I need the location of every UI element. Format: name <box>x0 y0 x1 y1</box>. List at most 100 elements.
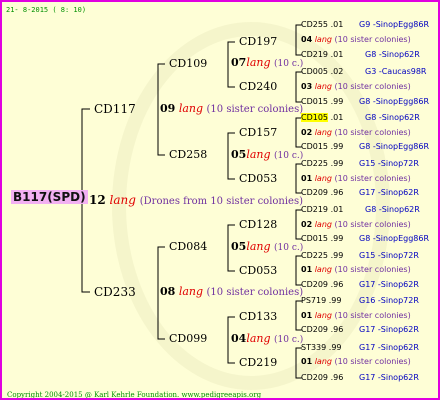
gen4-year: .96 <box>330 325 344 334</box>
root-queen-id[interactable]: B117(SPD) <box>11 190 88 204</box>
gen4-entry[interactable]: CD255 .01 G9 -SinopEgg86R <box>301 19 429 31</box>
gen3-year: 01 <box>301 357 313 366</box>
gen4-year: .99 <box>330 97 344 106</box>
gen4-id: CD005 <box>301 67 329 76</box>
root-note: (Drones from 10 sister colonies) <box>139 196 304 207</box>
gen2-lang: lang <box>246 240 271 253</box>
gen3-note: (10 sister colonies) <box>334 311 411 320</box>
gen1-year: 09 <box>160 102 176 115</box>
gen4-year: .99 <box>330 251 344 260</box>
gen2-drone-info: 04lang (10 c.) <box>231 333 303 346</box>
gen4-entry[interactable]: CD219 .01 G8 -Sinop62R <box>301 49 420 61</box>
gen3-note: (10 sister colonies) <box>334 220 411 229</box>
gen4-id: CD225 <box>301 251 329 260</box>
gen3-year: 02 <box>301 128 313 137</box>
gen3-note: (10 sister colonies) <box>334 128 411 137</box>
gen4-id: CD225 <box>301 159 329 168</box>
gen4-entry[interactable]: CD015 .99 G8 -SinopEgg86R <box>301 141 429 153</box>
gen3-note: (10 sister colonies) <box>334 265 411 274</box>
gen4-source: G8 -SinopEgg86R <box>359 142 430 151</box>
gen4-source: G8 -SinopEgg86R <box>359 97 430 106</box>
gen2-year: 07 <box>231 56 247 69</box>
gen4-source: G8 -Sinop62R <box>365 205 420 214</box>
gen2-lang: lang <box>246 332 271 345</box>
gen3-lang: lang <box>314 82 332 91</box>
gen3-year: 03 <box>301 82 313 91</box>
gen3-lang: lang <box>314 265 332 274</box>
gen2-drone-info: 07lang (10 c.) <box>231 57 303 70</box>
gen4-id: CD219 <box>301 205 329 214</box>
gen2-queen-id[interactable]: CD084 <box>169 241 207 253</box>
gen3-lang: lang <box>314 128 332 137</box>
gen4-entry[interactable]: CD015 .99 G8 -SinopEgg86R <box>301 233 429 245</box>
gen2-queen-id[interactable]: CD258 <box>169 149 207 161</box>
gen2-drone-info: 05lang (10 c.) <box>231 149 303 162</box>
gen3-queen-id[interactable]: CD053 <box>239 173 277 185</box>
gen2-queen-id[interactable]: CD099 <box>169 333 207 345</box>
gen4-source: G17 -Sinop62R <box>359 343 419 352</box>
pedigree-chart: 21- 8-2015 ( 8: 10) B117(SPD) 12 lang (D… <box>0 0 440 400</box>
gen4-source: G17 -Sinop62R <box>359 373 419 382</box>
gen3-note: (10 sister colonies) <box>334 35 411 44</box>
copyright-footer[interactable]: Copyright 2004-2015 @ Karl Kehrle Founda… <box>7 389 261 398</box>
gen3-drone-info: 01 lang (10 sister colonies) <box>301 173 411 185</box>
gen3-queen-id[interactable]: CD157 <box>239 127 277 139</box>
gen4-entry[interactable]: CD105 .01 G8 -Sinop62R <box>301 112 420 124</box>
gen4-entry[interactable]: PS719 .99 G16 -Sinop72R <box>301 295 419 307</box>
gen2-note: (10 c.) <box>274 151 304 161</box>
gen3-note: (10 sister colonies) <box>334 174 411 183</box>
gen4-entry[interactable]: ST339 .99 G17 -Sinop62R <box>301 342 419 354</box>
gen3-note: (10 sister colonies) <box>334 357 411 366</box>
gen3-lang: lang <box>314 174 332 183</box>
root-year: 12 <box>89 193 106 207</box>
gen1-year: 08 <box>160 285 176 298</box>
gen4-year: .99 <box>330 159 344 168</box>
gen3-drone-info: 02 lang (10 sister colonies) <box>301 219 411 231</box>
gen3-queen-id[interactable]: CD197 <box>239 36 277 48</box>
gen2-lang: lang <box>246 56 271 69</box>
gen4-entry[interactable]: CD219 .01 G8 -Sinop62R <box>301 204 420 216</box>
gen4-source: G15 -Sinop72R <box>359 159 419 168</box>
timestamp: 21- 8-2015 ( 8: 10) <box>6 6 87 14</box>
root-lang: lang <box>109 193 136 207</box>
gen4-id: CD015 <box>301 142 329 151</box>
gen4-year: .01 <box>330 20 344 29</box>
gen4-source: G8 -Sinop62R <box>365 113 420 122</box>
gen4-entry[interactable]: CD209 .96 G17 -Sinop62R <box>301 372 419 384</box>
gen2-queen-id[interactable]: CD109 <box>169 58 207 70</box>
gen4-year: .99 <box>328 343 342 352</box>
gen4-entry[interactable]: CD005 .02 G3 -Caucas98R <box>301 66 426 78</box>
gen4-id: CD209 <box>301 325 329 334</box>
gen3-queen-id[interactable]: CD053 <box>239 265 277 277</box>
gen4-year: .96 <box>330 188 344 197</box>
gen1-drone-info: 08 lang (10 sister colonies) <box>160 286 303 299</box>
gen2-drone-info: 05lang (10 c.) <box>231 241 303 254</box>
gen4-entry[interactable]: CD209 .96 G17 -Sinop62R <box>301 279 419 291</box>
gen3-queen-id[interactable]: CD128 <box>239 219 277 231</box>
gen4-id: CD015 <box>301 234 329 243</box>
gen4-entry[interactable]: CD225 .99 G15 -Sinop72R <box>301 250 419 262</box>
gen3-queen-id[interactable]: CD240 <box>239 81 277 93</box>
gen1-note: (10 sister colonies) <box>206 104 304 115</box>
gen2-lang: lang <box>246 148 271 161</box>
gen2-note: (10 c.) <box>274 335 304 345</box>
gen4-id: ST339 <box>301 343 327 352</box>
gen3-drone-info: 01 lang (10 sister colonies) <box>301 264 411 276</box>
gen4-source: G8 -SinopEgg86R <box>359 234 430 243</box>
gen4-entry[interactable]: CD225 .99 G15 -Sinop72R <box>301 158 419 170</box>
gen4-year: .99 <box>330 142 344 151</box>
gen4-year: .99 <box>328 296 342 305</box>
gen3-queen-id[interactable]: CD133 <box>239 311 277 323</box>
gen1-queen-id[interactable]: CD233 <box>94 286 136 298</box>
gen4-entry[interactable]: CD015 .99 G8 -SinopEgg86R <box>301 96 429 108</box>
gen3-lang: lang <box>314 311 332 320</box>
gen1-queen-id[interactable]: CD117 <box>94 103 136 115</box>
gen4-entry[interactable]: CD209 .96 G17 -Sinop62R <box>301 324 419 336</box>
gen3-queen-id[interactable]: CD219 <box>239 357 277 369</box>
gen4-entry[interactable]: CD209 .96 G17 -Sinop62R <box>301 187 419 199</box>
gen1-lang: lang <box>178 285 204 298</box>
gen4-year: .01 <box>330 113 344 122</box>
gen1-drone-info: 09 lang (10 sister colonies) <box>160 103 303 116</box>
gen3-drone-info: 01 lang (10 sister colonies) <box>301 356 411 368</box>
gen4-id: CD219 <box>301 50 329 59</box>
